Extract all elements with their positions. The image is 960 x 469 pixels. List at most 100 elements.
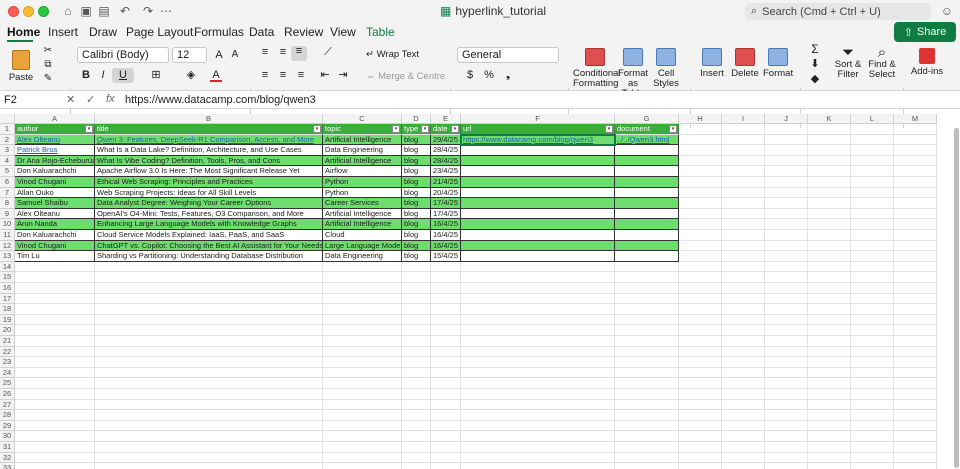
column-header-c[interactable]: C [323, 114, 402, 124]
align-top-icon[interactable]: ≡ [258, 47, 272, 58]
merge-centre-button[interactable]: ⇔ Merge & Centre [366, 72, 446, 82]
empty-cell[interactable] [851, 452, 894, 464]
empty-cell[interactable] [851, 208, 894, 220]
empty-cell[interactable] [323, 463, 402, 469]
empty-cell[interactable] [461, 304, 615, 315]
empty-cell[interactable] [679, 261, 722, 273]
empty-cell[interactable] [894, 240, 937, 252]
empty-cell[interactable] [722, 463, 765, 469]
empty-cell[interactable] [808, 410, 851, 421]
empty-cell[interactable] [765, 325, 808, 336]
home-icon[interactable]: ⌂ [62, 4, 74, 18]
empty-cell[interactable] [679, 452, 722, 464]
table-cell-title[interactable]: What Is Vibe Coding? Definition, Tools, … [95, 155, 323, 167]
table-cell-topic[interactable]: Large Language Models [323, 240, 402, 252]
empty-cell[interactable] [402, 452, 431, 464]
empty-cell[interactable] [679, 420, 722, 432]
empty-cell[interactable] [679, 389, 722, 400]
empty-cell[interactable] [894, 336, 937, 347]
table-cell-document[interactable] [615, 251, 679, 262]
table-header-document[interactable]: document ▾ [615, 124, 679, 135]
empty-cell[interactable] [323, 378, 402, 389]
empty-cell[interactable] [679, 198, 722, 209]
table-cell-type[interactable]: blog [402, 177, 431, 188]
table-cell-author[interactable]: Vinod Chugani [15, 240, 95, 252]
empty-cell[interactable] [15, 336, 95, 347]
empty-cell[interactable] [851, 378, 894, 389]
align-middle-icon[interactable]: ≡ [276, 47, 290, 58]
empty-cell[interactable] [851, 442, 894, 453]
empty-cell[interactable] [95, 336, 323, 347]
empty-cell[interactable] [679, 293, 722, 305]
empty-cell[interactable] [894, 145, 937, 156]
align-bottom-icon[interactable]: ≡ [291, 46, 307, 61]
decrease-indent-icon[interactable]: ⇤ [318, 70, 332, 81]
empty-cell[interactable] [851, 230, 894, 241]
empty-cell[interactable] [808, 293, 851, 305]
row-header-17[interactable]: 17 [0, 293, 15, 305]
table-cell-url[interactable] [461, 155, 615, 167]
empty-cell[interactable] [615, 378, 679, 389]
table-cell-date[interactable]: 17/4/25 [431, 208, 461, 220]
empty-cell[interactable] [851, 346, 894, 358]
table-cell-topic[interactable]: Data Engineering [323, 145, 402, 156]
table-cell-author[interactable]: Vinod Chugani [15, 177, 95, 188]
wrap-text-button[interactable]: ↵ Wrap Text [366, 50, 426, 60]
empty-cell[interactable] [461, 283, 615, 294]
empty-cell[interactable] [851, 198, 894, 209]
empty-cell[interactable] [431, 336, 461, 347]
column-header-a[interactable]: A [15, 114, 95, 124]
table-header-title[interactable]: title ▾ [95, 124, 323, 135]
column-header-e[interactable]: E [431, 114, 461, 124]
empty-cell[interactable] [679, 410, 722, 421]
empty-cell[interactable] [679, 134, 722, 146]
table-cell-title[interactable]: Qwen 3: Features, DeepSeek-R1 Comparison… [95, 134, 323, 146]
orientation-icon[interactable]: ⟋ [318, 47, 338, 58]
empty-cell[interactable] [615, 357, 679, 368]
empty-cell[interactable] [851, 145, 894, 156]
table-cell-topic[interactable]: Artificial Intelligence [323, 155, 402, 167]
empty-cell[interactable] [679, 304, 722, 315]
table-cell-type[interactable]: blog [402, 251, 431, 262]
empty-cell[interactable] [15, 314, 95, 326]
row-header-25[interactable]: 25 [0, 378, 15, 389]
empty-cell[interactable] [15, 420, 95, 432]
empty-cell[interactable] [615, 463, 679, 469]
empty-cell[interactable] [851, 251, 894, 262]
empty-cell[interactable] [851, 304, 894, 315]
fill-icon[interactable]: ⬇ [808, 59, 822, 70]
empty-cell[interactable] [722, 283, 765, 294]
empty-cell[interactable] [808, 283, 851, 294]
row-header-16[interactable]: 16 [0, 283, 15, 294]
empty-cell[interactable] [765, 283, 808, 294]
table-cell-author[interactable]: Patrick Brus [15, 145, 95, 156]
empty-cell[interactable] [95, 452, 323, 464]
empty-cell[interactable] [402, 314, 431, 326]
table-cell-date[interactable]: 20/4/25 [431, 187, 461, 199]
empty-cell[interactable] [15, 261, 95, 273]
empty-cell[interactable] [615, 399, 679, 411]
empty-cell[interactable] [323, 431, 402, 442]
table-cell-type[interactable]: blog [402, 145, 431, 156]
column-header-h[interactable]: H [679, 114, 722, 124]
empty-cell[interactable] [95, 314, 323, 326]
empty-cell[interactable] [765, 251, 808, 262]
empty-cell[interactable] [402, 346, 431, 358]
row-header-8[interactable]: 8 [0, 198, 15, 209]
empty-cell[interactable] [894, 452, 937, 464]
empty-cell[interactable] [722, 145, 765, 156]
increase-indent-icon[interactable]: ⇥ [336, 70, 350, 81]
find-select-button[interactable]: ⌕ Find & Select [867, 45, 897, 80]
table-cell-author[interactable]: Dr Ana Rojo-Echeburúa [15, 155, 95, 167]
empty-cell[interactable] [894, 399, 937, 411]
table-cell-author[interactable]: Alex Olteanu [15, 208, 95, 220]
empty-cell[interactable] [722, 134, 765, 146]
empty-cell[interactable] [851, 134, 894, 146]
cell-styles-button[interactable]: Cell Styles [651, 48, 681, 89]
empty-cell[interactable] [323, 283, 402, 294]
row-header-7[interactable]: 7 [0, 187, 15, 199]
empty-cell[interactable] [15, 346, 95, 358]
row-header-13[interactable]: 13 [0, 251, 15, 262]
row-header-26[interactable]: 26 [0, 389, 15, 400]
enter-icon[interactable]: ✓ [86, 93, 95, 106]
